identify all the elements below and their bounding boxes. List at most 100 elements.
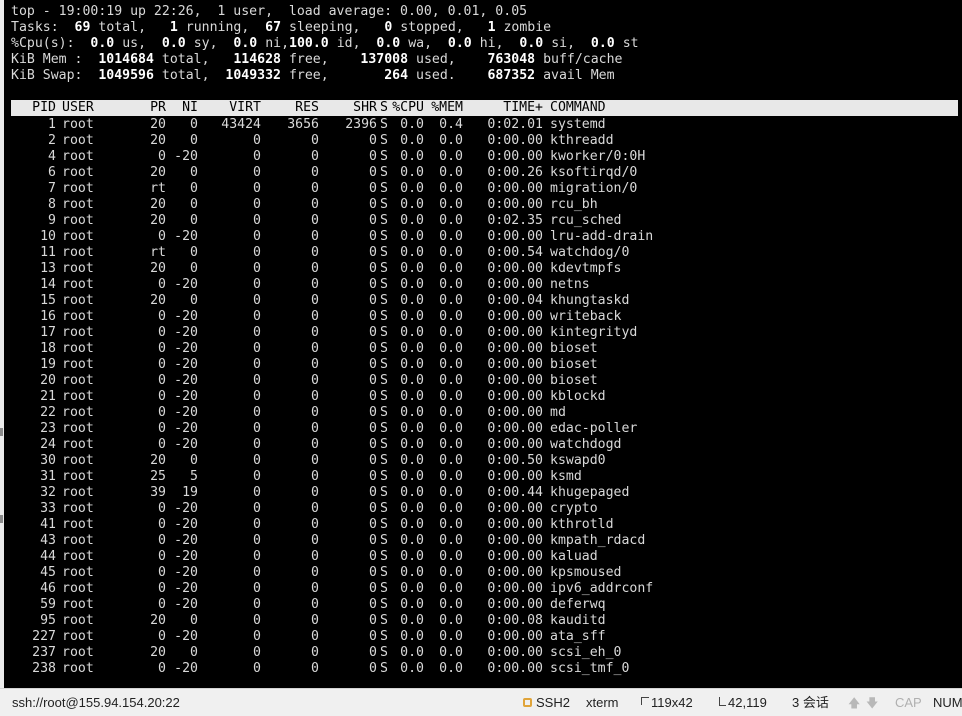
row-mem: 0.0	[439, 629, 463, 644]
row-mem: 0.0	[439, 325, 463, 340]
row-user: root	[62, 485, 94, 500]
lock-icon	[523, 698, 532, 707]
row-cpu: 0.0	[400, 133, 424, 148]
row-res: 0	[311, 469, 319, 484]
row-command: bioset	[550, 373, 598, 388]
row-pr: 0	[158, 277, 166, 292]
row-res: 0	[311, 645, 319, 660]
row-user: root	[62, 597, 94, 612]
col-mem: %MEM	[431, 100, 463, 115]
cursor-position-icon	[719, 697, 726, 706]
row-time: 0:00.00	[487, 517, 543, 532]
row-mem: 0.0	[439, 645, 463, 660]
row-virt: 0	[253, 421, 261, 436]
uptime-line: top - 19:00:19 up 22:26, 1 user, load av…	[11, 4, 528, 19]
row-user: root	[62, 309, 94, 324]
row-time: 0:00.00	[487, 661, 543, 676]
table-row: 32 root 39 19 0 0 0 S 0.0 0.0 0:00.44 khugepaged	[11, 485, 958, 501]
row-command: deferwq	[550, 597, 606, 612]
row-command: watchdog/0	[550, 245, 630, 260]
col-shr: SHR	[353, 100, 377, 115]
row-res: 0	[311, 517, 319, 532]
row-user: root	[62, 405, 94, 420]
row-virt: 0	[253, 341, 261, 356]
row-shr: 0	[369, 293, 377, 308]
row-ni: 0	[190, 117, 198, 132]
row-ni: 0	[190, 453, 198, 468]
table-row: 46 root 0 -20 0 0 0 S 0.0 0.0 0:00.00 ipv6_addrconf	[11, 581, 958, 597]
row-time: 0:00.00	[487, 229, 543, 244]
terminal-screen[interactable]: top - 19:00:19 up 22:26, 1 user, load av…	[4, 0, 962, 688]
row-ni: 0	[190, 181, 198, 196]
scroll-down-icon[interactable]: 🡇	[866, 695, 878, 711]
row-user: root	[62, 469, 94, 484]
row-user: root	[62, 261, 94, 276]
row-res: 0	[311, 373, 319, 388]
table-row: 19 root 0 -20 0 0 0 S 0.0 0.0 0:00.00 bioset	[11, 357, 958, 373]
row-res: 0	[311, 309, 319, 324]
scroll-up-icon[interactable]: 🡅	[848, 695, 860, 711]
row-command: ipv6_addrconf	[550, 581, 654, 596]
row-res: 0	[311, 581, 319, 596]
row-pr: 20	[150, 197, 166, 212]
row-res: 0	[311, 613, 319, 628]
row-command: kauditd	[550, 613, 606, 628]
row-pr: 0	[158, 309, 166, 324]
row-cpu: 0.0	[400, 373, 424, 388]
row-command: scsi_eh_0	[550, 645, 622, 660]
row-pr: 20	[150, 117, 166, 132]
row-ni: -20	[174, 277, 198, 292]
row-shr: 0	[369, 229, 377, 244]
row-cpu: 0.0	[400, 357, 424, 372]
row-user: root	[62, 533, 94, 548]
row-virt: 0	[253, 517, 261, 532]
row-pr: 0	[158, 149, 166, 164]
row-virt: 0	[253, 597, 261, 612]
row-shr: 0	[369, 613, 377, 628]
row-virt: 0	[253, 293, 261, 308]
row-pr: 0	[158, 437, 166, 452]
row-pr: 0	[158, 549, 166, 564]
row-user: root	[62, 117, 94, 132]
row-pid: 2	[48, 133, 56, 148]
row-virt: 0	[253, 389, 261, 404]
row-pid: 30	[40, 453, 56, 468]
row-res: 0	[311, 245, 319, 260]
row-command: kblockd	[550, 389, 606, 404]
row-ni: -20	[174, 501, 198, 516]
row-pr: 20	[150, 613, 166, 628]
row-ni: -20	[174, 629, 198, 644]
table-row: 20 root 0 -20 0 0 0 S 0.0 0.0 0:00.00 bioset	[11, 373, 958, 389]
row-command: kmpath_rdacd	[550, 533, 646, 548]
row-pid: 14	[40, 277, 56, 292]
row-virt: 0	[253, 437, 261, 452]
row-time: 0:00.00	[487, 405, 543, 420]
row-cpu: 0.0	[400, 181, 424, 196]
row-mem: 0.0	[439, 597, 463, 612]
row-pid: 8	[48, 197, 56, 212]
row-ni: -20	[174, 357, 198, 372]
row-pid: 32	[40, 485, 56, 500]
row-mem: 0.0	[439, 341, 463, 356]
row-ni: 0	[190, 213, 198, 228]
row-user: root	[62, 181, 94, 196]
row-cpu: 0.0	[400, 469, 424, 484]
row-cpu: 0.0	[400, 421, 424, 436]
row-time: 0:00.00	[487, 469, 543, 484]
row-command: kdevtmpfs	[550, 261, 622, 276]
row-time: 0:00.44	[487, 485, 543, 500]
row-pid: 41	[40, 517, 56, 532]
row-pr: 0	[158, 661, 166, 676]
row-shr: 0	[369, 149, 377, 164]
row-time: 0:00.00	[487, 149, 543, 164]
row-virt: 0	[253, 229, 261, 244]
row-command: kworker/0:0H	[550, 149, 646, 164]
col-time: TIME+	[503, 100, 543, 115]
row-mem: 0.0	[439, 181, 463, 196]
row-res: 0	[311, 133, 319, 148]
row-res: 0	[311, 453, 319, 468]
col-user: USER	[62, 100, 94, 115]
row-time: 0:00.00	[487, 501, 543, 516]
row-ni: -20	[174, 309, 198, 324]
row-pr: 0	[158, 533, 166, 548]
